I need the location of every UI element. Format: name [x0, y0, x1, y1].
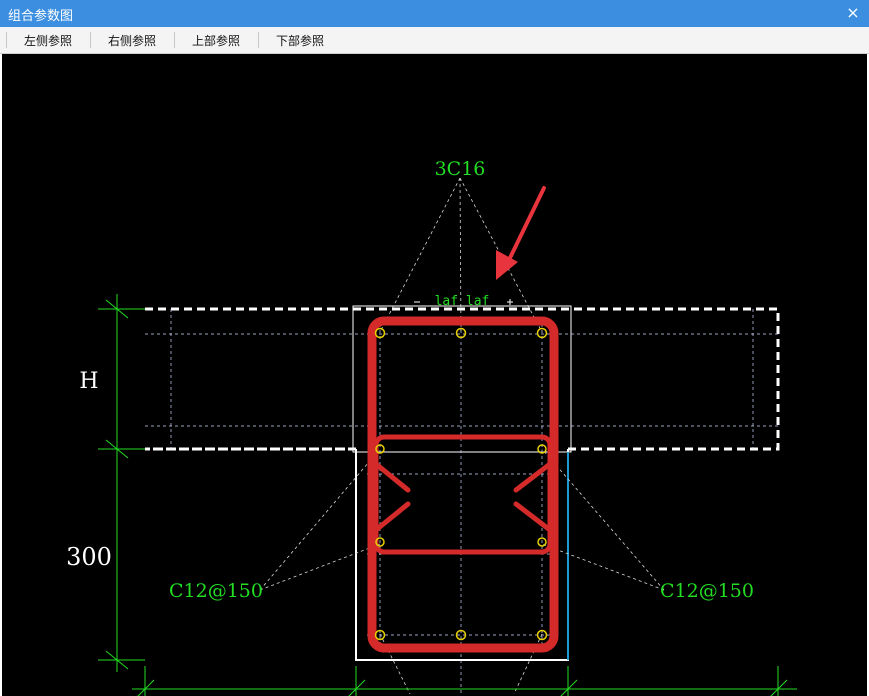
left-reference-button[interactable]: 左侧参照	[24, 32, 72, 49]
dimension-h-label: H	[79, 369, 98, 394]
toolbar-separator	[174, 32, 175, 48]
inner-stirrup	[373, 434, 553, 555]
toolbar-separator	[258, 32, 259, 48]
left-stirrup-label: C12@150	[169, 580, 263, 602]
dialog-window: 组合参数图 × 左侧参照 右侧参照 上部参照 下部参照 3C16 laf laf…	[0, 0, 869, 696]
flange-outline	[145, 307, 780, 451]
right-reference-button[interactable]: 右侧参照	[108, 32, 156, 49]
dimension-lines	[98, 294, 797, 696]
drawing-canvas[interactable]: 3C16 laf laf C12@150 C12@150 H 300	[2, 54, 867, 696]
bottom-reference-button[interactable]: 下部参照	[276, 32, 324, 49]
right-stirrup-label: C12@150	[660, 580, 754, 602]
rebar-cage	[367, 316, 559, 653]
toolbar: 左侧参照 右侧参照 上部参照 下部参照	[0, 27, 869, 54]
top-bar-label: 3C16	[435, 158, 486, 180]
toolbar-separator	[6, 32, 7, 48]
title-bar: 组合参数图 ×	[0, 0, 869, 27]
close-icon[interactable]: ×	[843, 3, 863, 23]
section-drawing: 3C16 laf laf C12@150 C12@150 H 300	[66, 158, 797, 696]
anchor-label: laf laf	[435, 294, 490, 309]
top-reference-button[interactable]: 上部参照	[192, 32, 240, 49]
annotation-arrow-icon	[496, 186, 546, 280]
toolbar-separator	[90, 32, 91, 48]
dimension-300-label: 300	[66, 543, 112, 571]
layout-lines	[145, 309, 778, 694]
window-title: 组合参数图	[8, 9, 74, 24]
